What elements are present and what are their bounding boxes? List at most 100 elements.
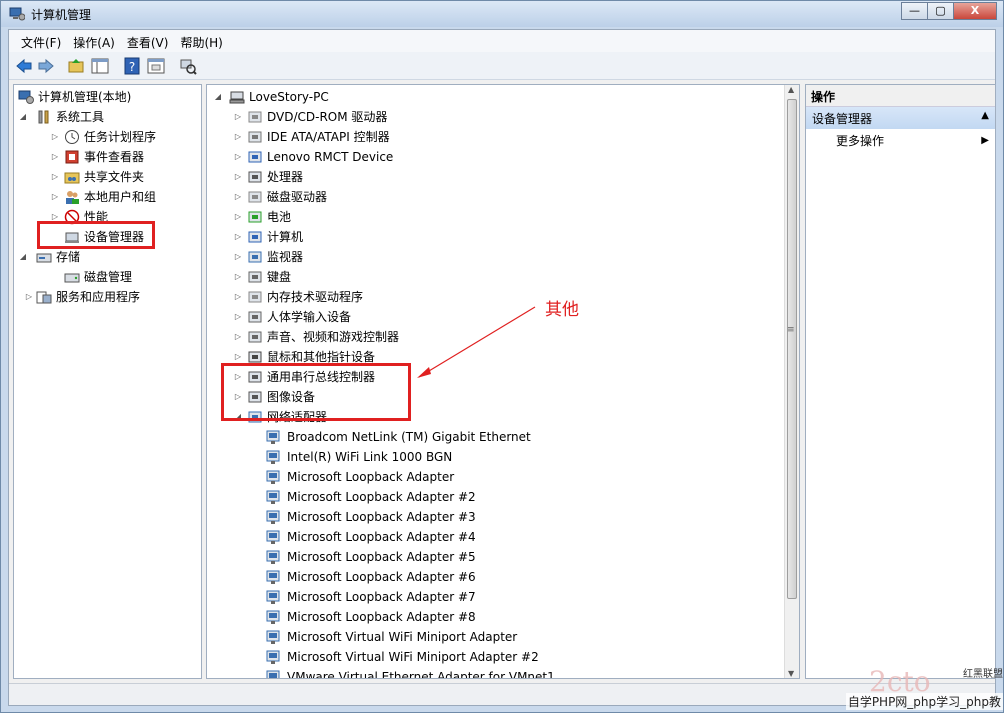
actions-header: 操作 — [806, 85, 995, 107]
device-tree-root-label: LoveStory-PC — [249, 90, 329, 104]
device-category-icon — [248, 131, 262, 143]
actions-section-device-manager[interactable]: 设备管理器 ▲ — [806, 107, 995, 129]
device-category-icon — [248, 311, 262, 323]
close-button[interactable]: X — [953, 2, 997, 20]
network-adapter-label: Microsoft Loopback Adapter #7 — [287, 590, 476, 604]
collapsed-arrow-icon[interactable]: ▷ — [233, 227, 243, 247]
collapsed-arrow-icon[interactable]: ▷ — [233, 267, 243, 287]
users-icon — [66, 191, 79, 204]
collapsed-arrow-icon[interactable]: ▷ — [233, 107, 243, 127]
device-category-label: Lenovo RMCT Device — [267, 150, 394, 164]
svg-text:2cto: 2cto — [869, 667, 931, 695]
network-adapter-icon — [266, 570, 280, 584]
help-icon[interactable]: ? — [123, 57, 141, 75]
highlight-box-device-manager — [37, 221, 155, 249]
network-adapter-label: Microsoft Virtual WiFi Miniport Adapter — [287, 630, 518, 644]
network-adapter-icon — [266, 430, 280, 444]
collapsed-arrow-icon[interactable]: ▷ — [233, 287, 243, 307]
network-adapter-icon — [266, 670, 280, 678]
device-category-icon — [248, 211, 262, 223]
device-category-icon — [248, 231, 262, 243]
expanded-arrow-icon[interactable]: ◢ — [18, 107, 28, 127]
collapse-up-icon[interactable]: ▲ — [981, 110, 989, 121]
network-adapter-label: Microsoft Virtual WiFi Miniport Adapter … — [287, 650, 539, 664]
menu-file[interactable]: 文件(F) — [15, 30, 67, 52]
storage-icon — [36, 253, 52, 263]
minimize-button[interactable]: — — [901, 2, 927, 20]
network-adapter-icon — [266, 450, 280, 464]
collapsed-arrow-icon[interactable]: ▷ — [233, 207, 243, 227]
up-folder-icon[interactable] — [67, 57, 85, 75]
collapsed-arrow-icon[interactable]: ▷ — [233, 147, 243, 167]
network-adapter-label: Microsoft Loopback Adapter #2 — [287, 490, 476, 504]
device-category-icon — [248, 111, 262, 123]
network-adapter-icon — [266, 510, 280, 524]
device-category-icon — [248, 191, 262, 203]
console-tree-pane: 计算机管理(本地) ◢ 系统工具 ▷ 任务计划程序 ▷ 事件查看器 ▷ 共享文件… — [13, 84, 202, 679]
device-category-label: 磁盘驱动器 — [267, 190, 328, 204]
window-title: 计算机管理 — [31, 8, 92, 22]
collapsed-arrow-icon[interactable]: ▷ — [50, 147, 60, 167]
disk-icon — [64, 273, 80, 283]
more-actions-item[interactable]: 更多操作 ▶ — [836, 131, 995, 151]
tree-item-label: 任务计划程序 — [84, 130, 157, 144]
tree-root-label: 计算机管理(本地) — [38, 90, 132, 104]
network-adapter-label: Microsoft Loopback Adapter #8 — [287, 610, 476, 624]
network-adapter-icon — [266, 590, 280, 604]
collapsed-arrow-icon[interactable]: ▷ — [24, 287, 34, 307]
collapsed-arrow-icon[interactable]: ▷ — [233, 167, 243, 187]
site-logo-watermark: 2cto — [869, 667, 931, 695]
device-category-icon — [248, 171, 262, 183]
network-adapter-icon — [266, 530, 280, 544]
annotation-label: 其他 — [545, 300, 579, 320]
maximize-button[interactable]: ▢ — [927, 2, 953, 20]
device-category-label: 人体学输入设备 — [267, 310, 352, 324]
tree-storage-label: 存储 — [56, 250, 81, 264]
scrollbar-thumb[interactable] — [787, 99, 797, 599]
menu-help[interactable]: 帮助(H) — [174, 30, 228, 52]
device-category-label: 键盘 — [267, 270, 292, 284]
properties-icon[interactable] — [147, 57, 165, 75]
device-category-label: 计算机 — [267, 230, 304, 244]
toolbar: ? — [9, 52, 995, 80]
collapsed-arrow-icon[interactable]: ▷ — [50, 127, 60, 147]
vertical-scrollbar[interactable]: ▲ ≡ ▼ — [784, 85, 799, 678]
collapsed-arrow-icon[interactable]: ▷ — [233, 247, 243, 267]
scroll-down-arrow-icon[interactable]: ▼ — [788, 669, 794, 678]
menu-action[interactable]: 操作(A) — [67, 30, 121, 52]
collapsed-arrow-icon[interactable]: ▷ — [233, 327, 243, 347]
menu-view[interactable]: 查看(V) — [121, 30, 175, 52]
back-arrow-icon[interactable] — [15, 57, 33, 75]
network-adapter-icon — [266, 550, 280, 564]
collapsed-arrow-icon[interactable]: ▷ — [233, 127, 243, 147]
network-adapter-label: Microsoft Loopback Adapter — [287, 470, 455, 484]
network-adapter-icon — [266, 490, 280, 504]
expanded-arrow-icon[interactable]: ◢ — [213, 87, 223, 107]
collapsed-arrow-icon[interactable]: ▷ — [233, 187, 243, 207]
forward-arrow-icon[interactable] — [37, 57, 55, 75]
expanded-arrow-icon[interactable]: ◢ — [18, 247, 28, 267]
tree-item-label: 本地用户和组 — [84, 190, 157, 204]
network-adapter-label: Microsoft Loopback Adapter #5 — [287, 550, 476, 564]
device-category-label: IDE ATA/ATAPI 控制器 — [267, 130, 390, 144]
collapsed-arrow-icon[interactable]: ▷ — [233, 307, 243, 327]
event-viewer-icon — [65, 150, 79, 164]
services-icon — [36, 291, 52, 304]
scan-hardware-icon[interactable] — [179, 57, 197, 75]
device-category-icon — [248, 331, 262, 343]
network-adapter-icon — [266, 470, 280, 484]
scroll-up-arrow-icon[interactable]: ▲ — [788, 85, 794, 94]
device-category-label: 内存技术驱动程序 — [267, 290, 364, 304]
svg-text:?: ? — [129, 60, 135, 74]
clock-icon — [65, 130, 79, 144]
title-bar[interactable]: 计算机管理 — ▢ X — [1, 1, 1003, 27]
device-category-label: DVD/CD-ROM 驱动器 — [267, 110, 388, 124]
submenu-arrow-icon: ▶ — [981, 135, 989, 146]
network-adapter-label: Intel(R) WiFi Link 1000 BGN — [287, 450, 453, 464]
device-category-label: 声音、视频和游戏控制器 — [267, 330, 400, 344]
network-adapter-label: Microsoft Loopback Adapter #3 — [287, 510, 476, 524]
scrollbar-grip-icon: ≡ — [787, 325, 795, 335]
show-hide-tree-icon[interactable] — [91, 57, 109, 75]
collapsed-arrow-icon[interactable]: ▷ — [50, 167, 60, 187]
collapsed-arrow-icon[interactable]: ▷ — [50, 187, 60, 207]
